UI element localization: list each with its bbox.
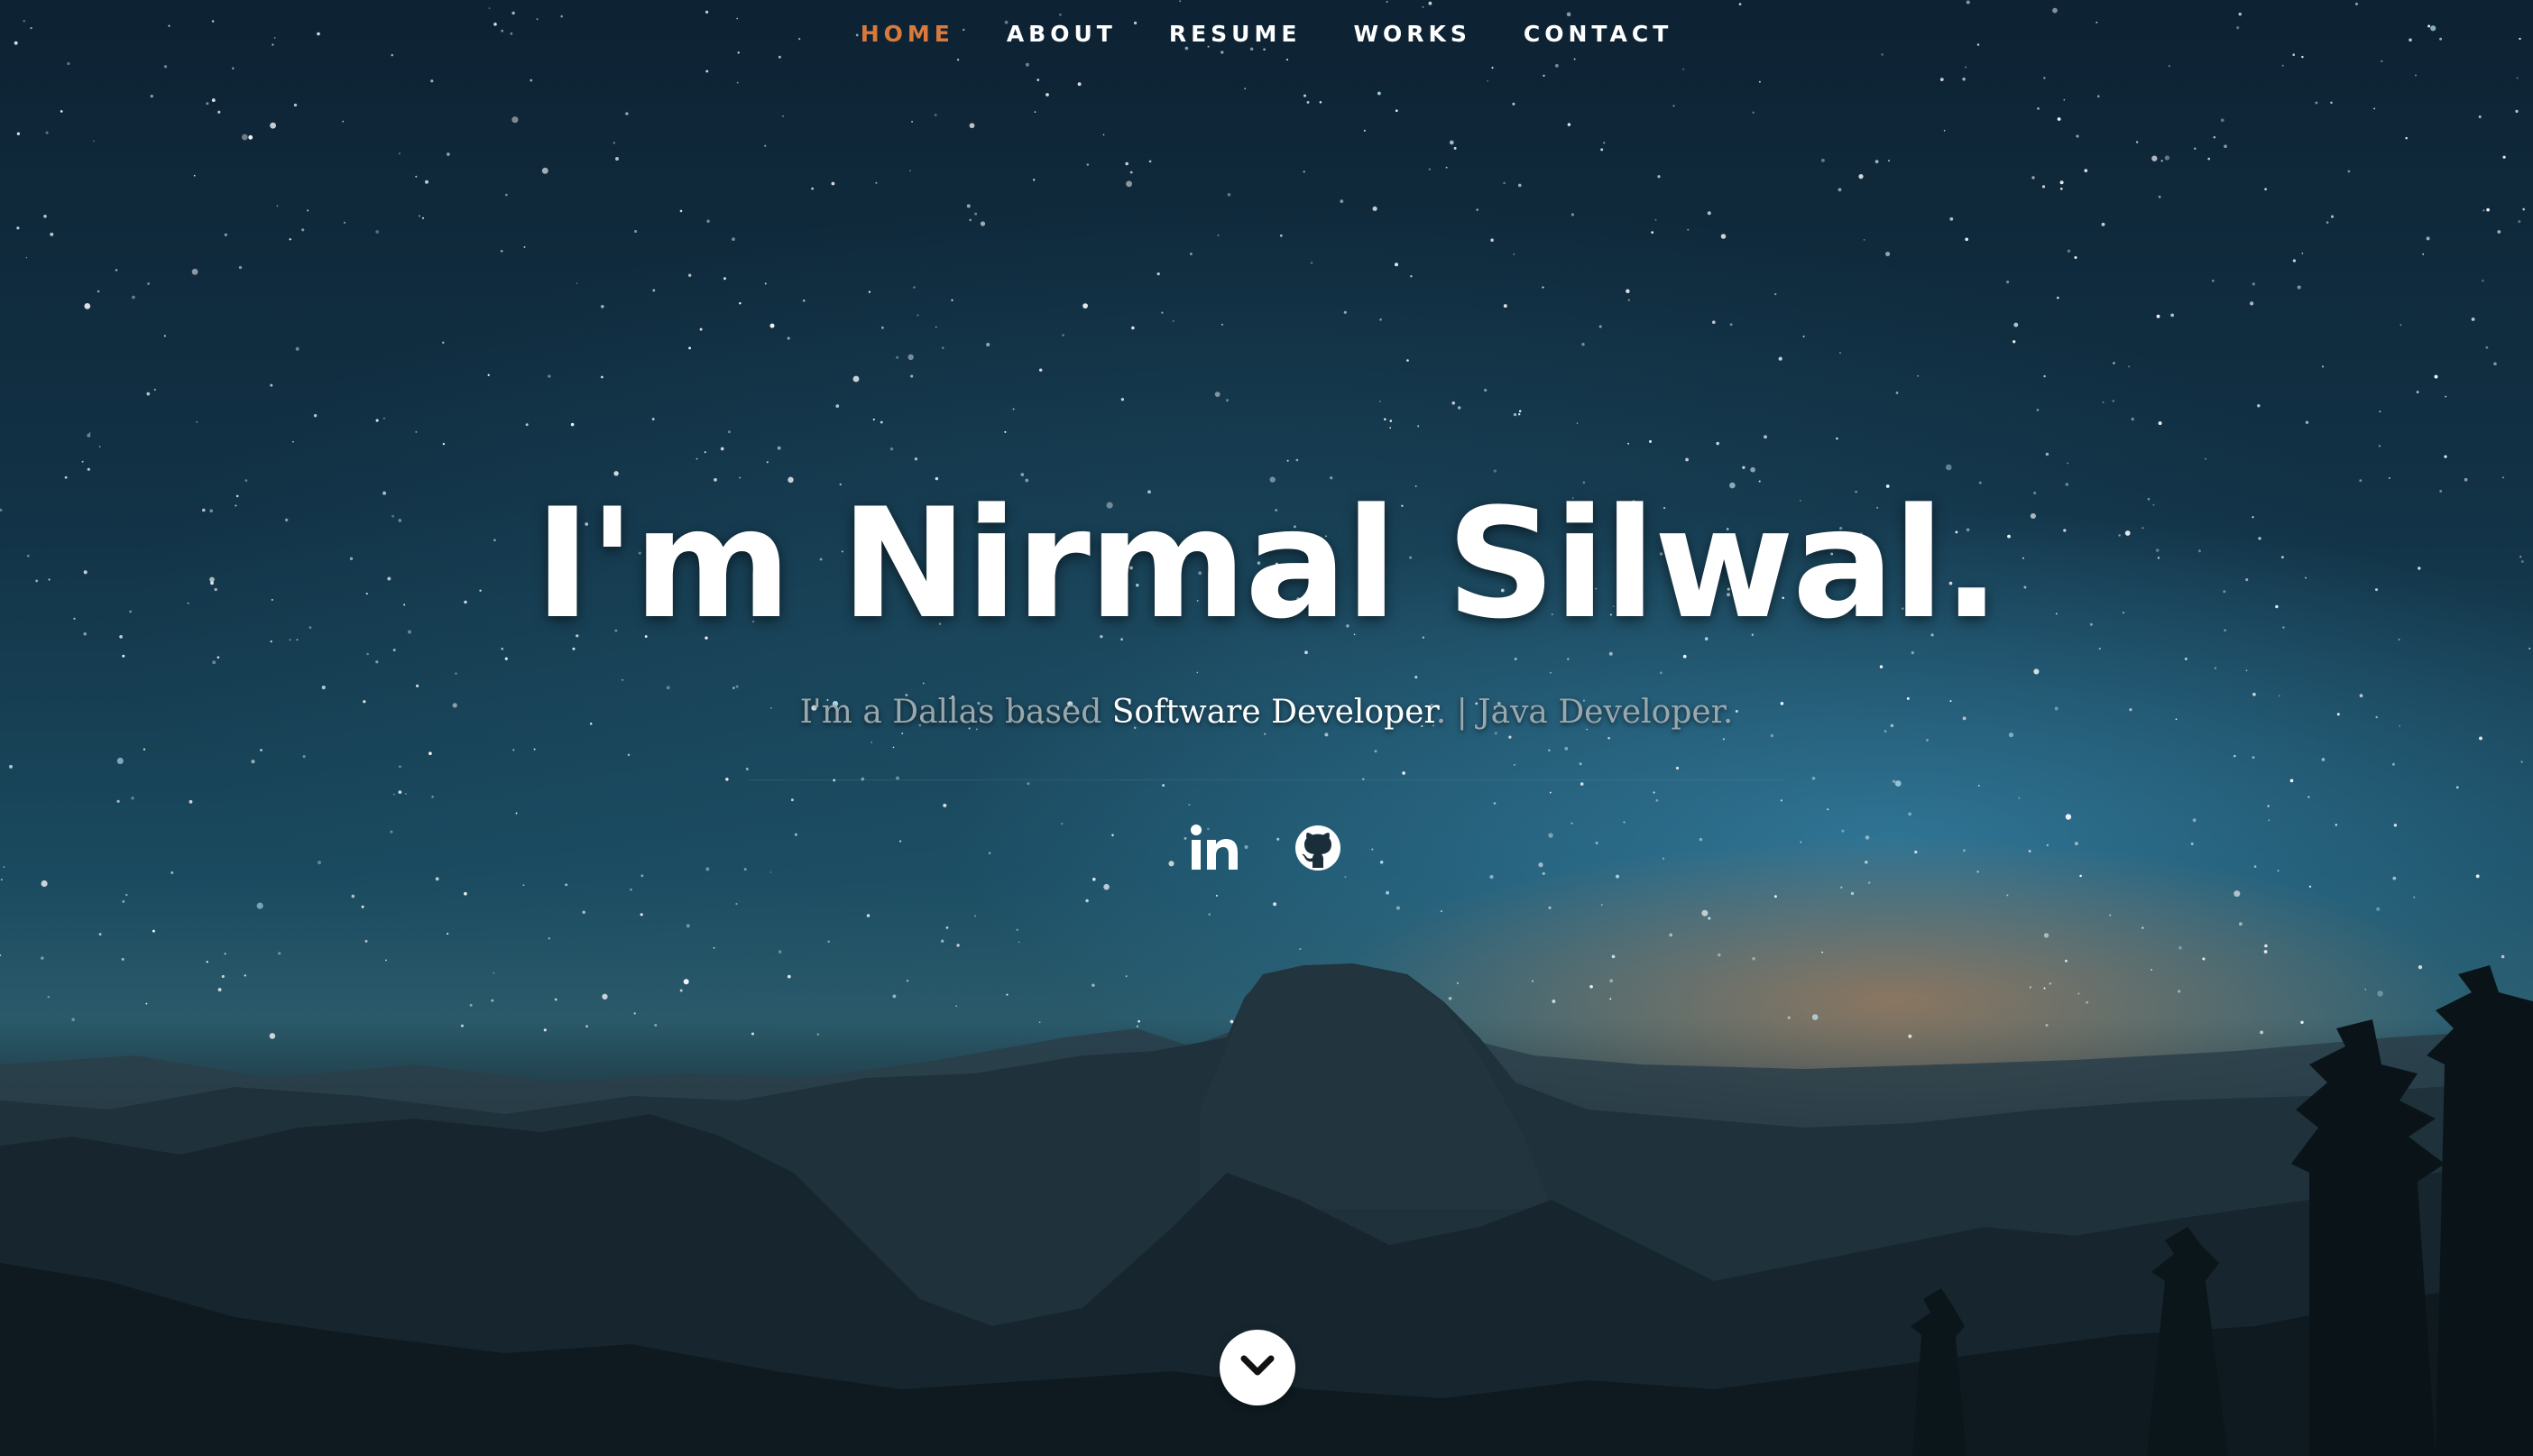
nav-item-about: ABOUT <box>1005 18 1119 51</box>
nav-item-contact: CONTACT <box>1522 18 1674 51</box>
scroll-down-button[interactable] <box>1220 1330 1295 1405</box>
linkedin-icon <box>1190 825 1240 875</box>
linkedin-link[interactable] <box>1190 823 1240 877</box>
nav-link-contact[interactable]: CONTACT <box>1522 18 1674 51</box>
nav-link-about[interactable]: ABOUT <box>1005 18 1119 51</box>
nav-item-resume: RESUME <box>1167 18 1303 51</box>
hero-tagline: I'm a Dallas based Software Developer. |… <box>0 687 2533 738</box>
github-icon <box>1294 824 1342 876</box>
main-navigation: HOME ABOUT RESUME WORKS CONTACT <box>0 18 2533 51</box>
hero-divider <box>749 779 1784 780</box>
tagline-prefix: I'm a Dallas based <box>799 694 1112 731</box>
hero-headline: I'm Nirmal Silwal. <box>534 475 2000 652</box>
chevron-down-icon <box>1239 1353 1276 1382</box>
github-link[interactable] <box>1293 823 1343 877</box>
nav-link-works[interactable]: WORKS <box>1351 18 1472 51</box>
social-links <box>0 823 2533 877</box>
tagline-role: Software Developer <box>1111 694 1436 731</box>
nav-item-works: WORKS <box>1351 18 1472 51</box>
nav-item-home: HOME <box>859 18 956 51</box>
tagline-suffix: . | Java Developer. <box>1435 694 1734 731</box>
nav-link-home[interactable]: HOME <box>859 18 956 51</box>
nav-link-resume[interactable]: RESUME <box>1167 18 1303 51</box>
